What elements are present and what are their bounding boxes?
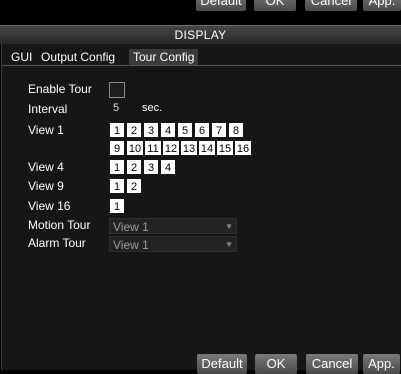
- view1-number-button[interactable]: 7: [212, 123, 226, 137]
- view1-number-button[interactable]: 12: [163, 141, 179, 155]
- interval-unit: sec.: [142, 102, 163, 114]
- view9-number-button[interactable]: 1: [110, 179, 124, 193]
- tab-tour-config[interactable]: Tour Config: [129, 49, 199, 65]
- view1-number-button[interactable]: 15: [217, 141, 233, 155]
- window-title: DISPLAY: [0, 25, 401, 45]
- default-button[interactable]: Default: [197, 354, 247, 374]
- view9-number-button[interactable]: 2: [127, 179, 141, 193]
- view4-number-button[interactable]: 3: [144, 160, 158, 174]
- top-default-button[interactable]: Default: [196, 0, 246, 11]
- view9-label: View 9: [28, 179, 64, 193]
- interval-label: Interval: [28, 102, 68, 116]
- tab-gui[interactable]: GUI: [11, 49, 32, 65]
- chevron-down-icon: ▼: [225, 240, 233, 249]
- tab-divider: [2, 65, 401, 66]
- view1-number-button[interactable]: 5: [178, 123, 192, 137]
- enable-tour-label: Enable Tour: [28, 82, 92, 96]
- top-cancel-button[interactable]: Cancel: [305, 0, 357, 11]
- view4-number-button[interactable]: 4: [161, 160, 175, 174]
- enable-tour-checkbox[interactable]: [109, 82, 125, 98]
- chevron-down-icon: ▼: [225, 222, 233, 231]
- tab-output-config[interactable]: Output Config: [41, 49, 115, 65]
- view16-number-button[interactable]: 1: [110, 199, 124, 213]
- view1-number-button[interactable]: 3: [144, 123, 158, 137]
- top-button-strip: Default OK Cancel App.: [0, 0, 401, 22]
- view1-number-button[interactable]: 14: [199, 141, 215, 155]
- view1-number-button[interactable]: 9: [110, 141, 124, 155]
- top-ok-button[interactable]: OK: [254, 0, 296, 11]
- view1-number-button[interactable]: 1: [110, 123, 124, 137]
- alarm-tour-select[interactable]: View 1 ▼: [109, 236, 237, 252]
- view1-number-button[interactable]: 16: [235, 141, 251, 155]
- view4-number-button[interactable]: 1: [110, 160, 124, 174]
- alarm-tour-label: Alarm Tour: [28, 236, 86, 250]
- view4-number-button[interactable]: 2: [127, 160, 141, 174]
- view1-label: View 1: [28, 123, 64, 137]
- view1-number-button[interactable]: 10: [127, 141, 143, 155]
- cancel-button[interactable]: Cancel: [306, 354, 358, 374]
- view1-number-button[interactable]: 13: [181, 141, 197, 155]
- motion-tour-label: Motion Tour: [28, 218, 91, 232]
- view1-number-button[interactable]: 2: [127, 123, 141, 137]
- interval-field[interactable]: 5: [113, 102, 119, 114]
- view1-number-button[interactable]: 4: [161, 123, 175, 137]
- motion-tour-value: View 1: [113, 220, 149, 234]
- view4-label: View 4: [28, 160, 64, 174]
- view1-number-button[interactable]: 6: [195, 123, 209, 137]
- view16-label: View 16: [28, 199, 71, 213]
- view1-number-button[interactable]: 11: [145, 141, 161, 155]
- apply-button[interactable]: App.: [363, 354, 400, 374]
- motion-tour-select[interactable]: View 1 ▼: [109, 218, 237, 234]
- view1-number-button[interactable]: 8: [229, 123, 243, 137]
- top-apply-button[interactable]: App.: [363, 0, 401, 11]
- ok-button[interactable]: OK: [255, 354, 297, 374]
- alarm-tour-value: View 1: [113, 238, 149, 252]
- display-panel: GUI Output Config Tour Config Enable Tou…: [1, 44, 401, 374]
